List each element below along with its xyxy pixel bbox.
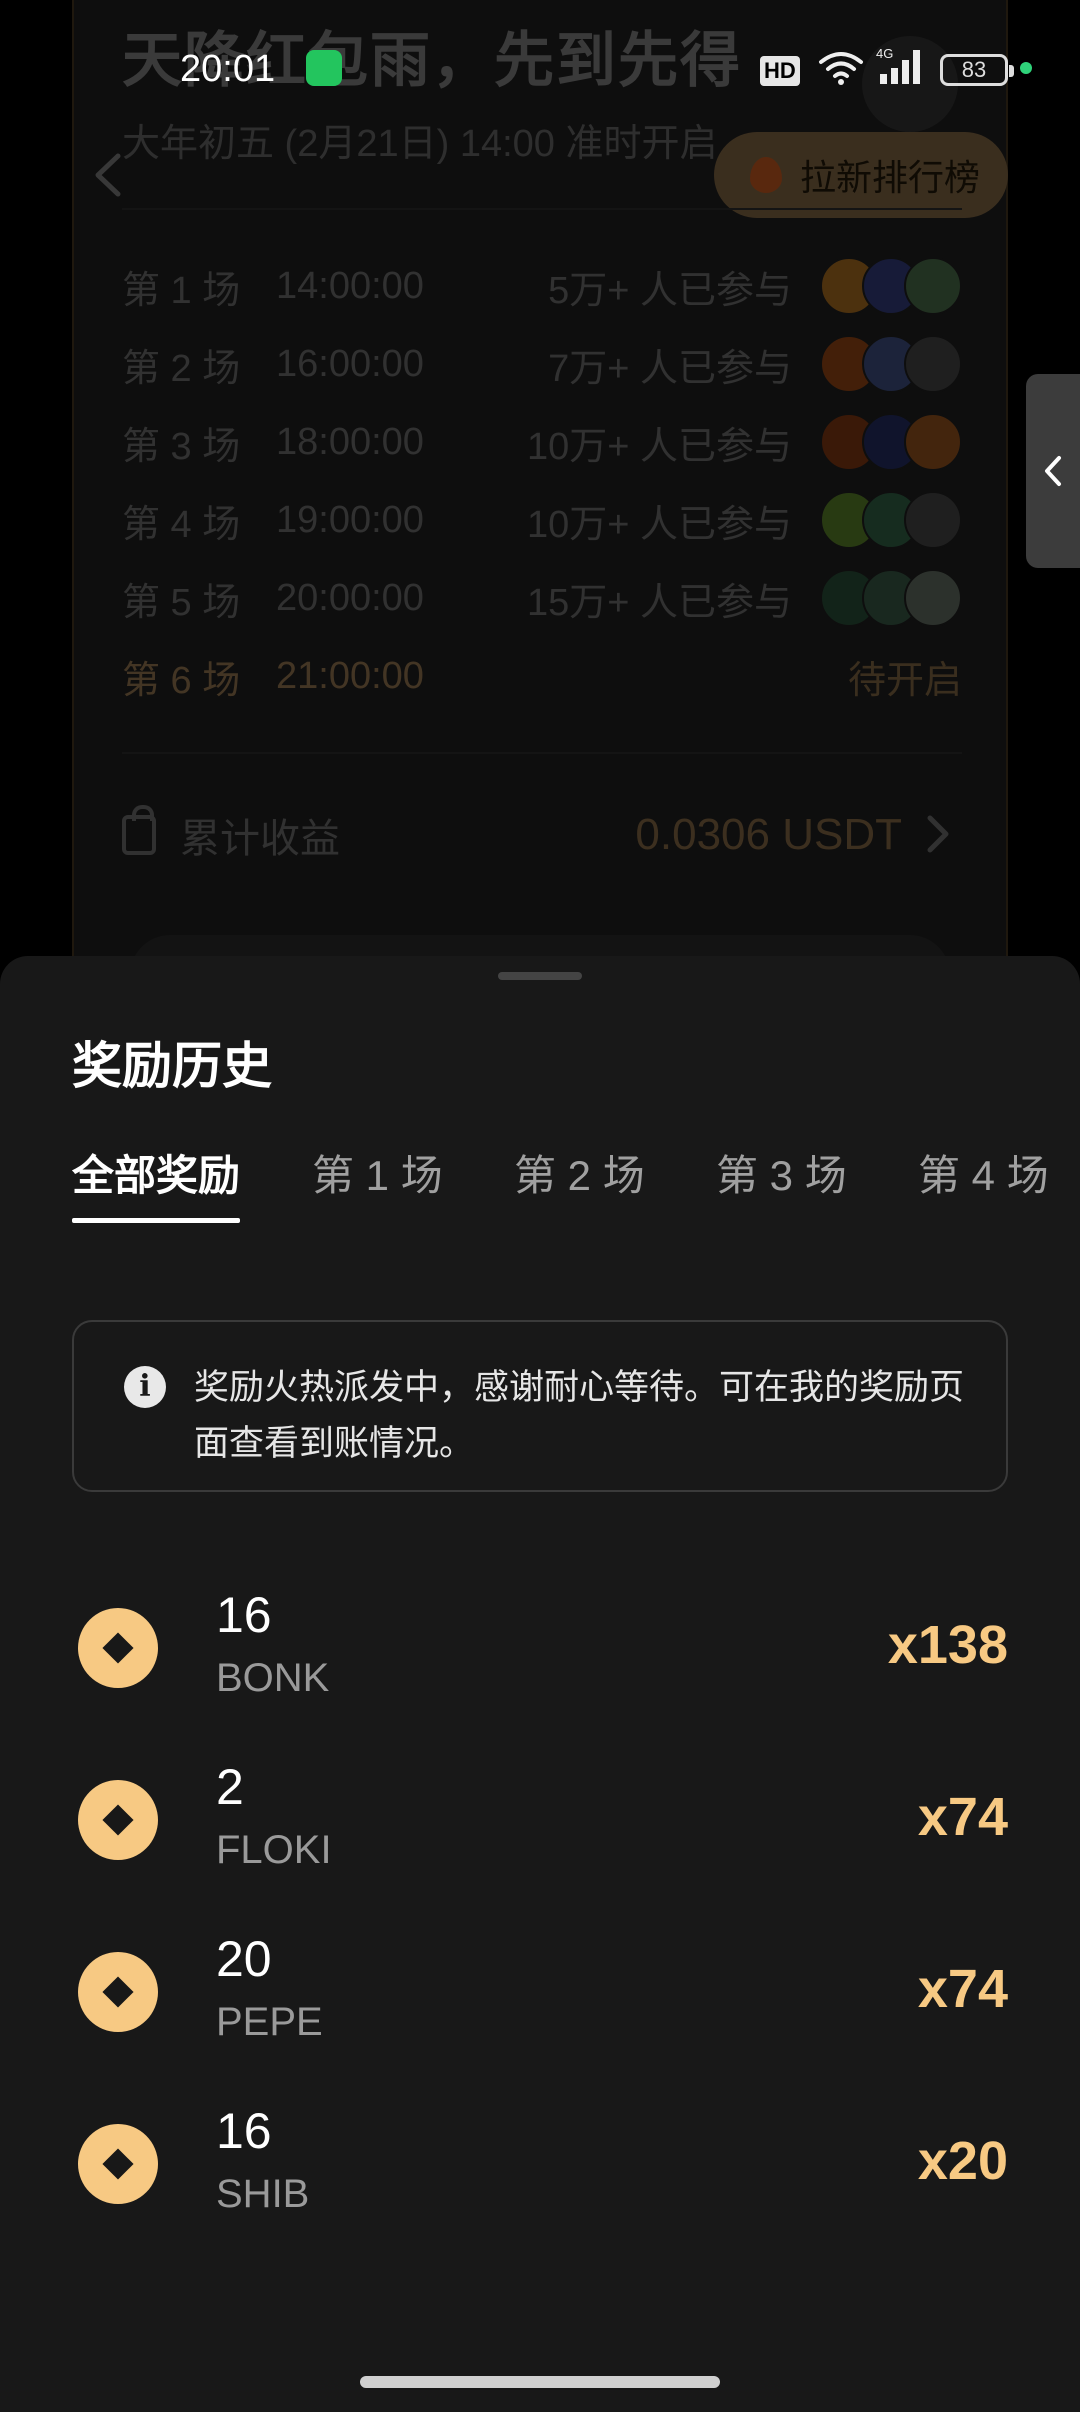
reward-multiplier: x74 [917,1959,1008,2019]
round-participants: 5万+ 人已参与 [548,269,792,312]
reward-amount: 16 [216,2103,272,2159]
tab-all-rewards[interactable]: 全部奖励 [72,1142,241,1232]
round-participants: 10万+ 人已参与 [526,425,792,468]
reward-token: FLOKI [216,1828,332,1872]
round-label: 第 1 场 [122,269,241,312]
avatar [904,491,962,549]
avatar [904,335,962,393]
reward-row: 2 FLOKI x74 [72,1758,1008,1898]
earnings-label: 累计收益 [180,817,340,861]
avatar [904,257,962,315]
tab-round-3[interactable]: 第 3 场 [716,1142,847,1232]
round-participants: 15万+ 人已参与 [526,581,792,624]
referral-leaderboard-label: 拉新排行榜 [800,157,981,198]
status-bar: 20:01 HD 4G 83 [0,0,1080,140]
referral-leaderboard-button[interactable]: 拉新排行榜 [714,132,1008,218]
earnings-value: 0.0306 USDT [635,810,902,859]
background-page: 天降红包雨，先到先得 大年初五 (2月21日) 14:00 准时开启 拉新排行榜… [0,0,1080,1015]
reward-row: 16 SHIB x20 [72,2102,1008,2242]
reward-token: SHIB [216,2172,310,2216]
tab-round-4[interactable]: 第 4 场 [918,1142,1049,1232]
wifi-icon [819,52,863,85]
notice-box: i 奖励火热派发中，感谢耐心等待。可在我的奖励页面查看到账情况。 [72,1320,1008,1492]
participant-avatars [820,257,962,315]
participant-avatars [820,335,962,393]
round-participants: 10万+ 人已参与 [526,503,792,546]
reward-token: BONK [216,1656,330,1700]
round-row: 第 1 场 14:00:00 5万+ 人已参与 [122,256,962,316]
coin-icon [78,1780,158,1860]
round-row-upcoming: 第 6 场 21:00:00 待开启 [122,646,962,706]
round-label: 第 4 场 [122,503,241,546]
cellular-signal-icon: 4G [876,46,920,84]
coin-icon [78,2124,158,2204]
reward-amount: 20 [216,1931,272,1987]
battery-icon: 83 [940,54,1014,86]
round-row: 第 4 场 19:00:00 10万+ 人已参与 [122,490,962,550]
fire-icon [750,157,782,193]
avatar [904,569,962,627]
round-tabs: 全部奖励 第 1 场 第 2 场 第 3 场 第 4 场 [72,1142,1080,1232]
reward-history-sheet: 奖励历史 全部奖励 第 1 场 第 2 场 第 3 场 第 4 场 i 奖励火热… [0,956,1080,2412]
network-type: 4G [876,46,893,61]
participant-avatars [820,413,962,471]
round-time: 18:00:00 [276,420,424,463]
round-participants: 7万+ 人已参与 [548,347,792,390]
reward-amount: 16 [216,1587,272,1643]
status-time: 20:01 [180,48,276,90]
round-status: 待开启 [847,659,962,702]
round-row: 第 3 场 18:00:00 10万+ 人已参与 [122,412,962,472]
chevron-right-icon [927,815,949,853]
cumulative-earnings-row[interactable]: 累计收益 0.0306 USDT [122,800,962,870]
round-time: 21:00:00 [276,654,424,697]
reward-multiplier: x138 [887,1615,1008,1675]
sheet-title: 奖励历史 [72,1038,272,1094]
avatar [904,413,962,471]
sheet-drag-handle[interactable] [498,972,582,980]
round-label: 第 3 场 [122,425,241,468]
coin-icon [78,1608,158,1688]
participant-avatars [820,569,962,627]
round-row: 第 2 场 16:00:00 7万+ 人已参与 [122,334,962,394]
tab-round-1[interactable]: 第 1 场 [312,1142,443,1232]
divider [122,208,962,210]
round-time: 19:00:00 [276,498,424,541]
round-label: 第 5 场 [122,581,241,624]
app-notification-icon [306,50,342,86]
back-chevron-icon[interactable] [88,150,128,200]
round-label: 第 6 场 [122,659,241,702]
reward-row: 16 BONK x138 [72,1586,1008,1726]
reward-multiplier: x20 [917,2131,1008,2191]
reward-token: PEPE [216,2000,323,2044]
reward-multiplier: x74 [917,1787,1008,1847]
round-time: 20:00:00 [276,576,424,619]
wallet-icon [122,805,156,855]
round-label: 第 2 场 [122,347,241,390]
side-panel-handle[interactable] [1026,374,1080,568]
reward-amount: 2 [216,1759,244,1815]
hd-voice-icon: HD [760,56,800,86]
home-indicator[interactable] [360,2376,720,2388]
reward-row: 20 PEPE x74 [72,1930,1008,2070]
coin-icon [78,1952,158,2032]
round-row: 第 5 场 20:00:00 15万+ 人已参与 [122,568,962,628]
info-icon: i [124,1366,166,1408]
divider [122,752,962,754]
round-time: 16:00:00 [276,342,424,385]
tab-round-2[interactable]: 第 2 场 [514,1142,645,1232]
chevron-left-icon [1045,456,1061,486]
privacy-indicator-dot [1020,62,1032,74]
participant-avatars [820,491,962,549]
notice-text: 奖励火热派发中，感谢耐心等待。可在我的奖励页面查看到账情况。 [194,1368,965,1463]
round-time: 14:00:00 [276,264,424,307]
